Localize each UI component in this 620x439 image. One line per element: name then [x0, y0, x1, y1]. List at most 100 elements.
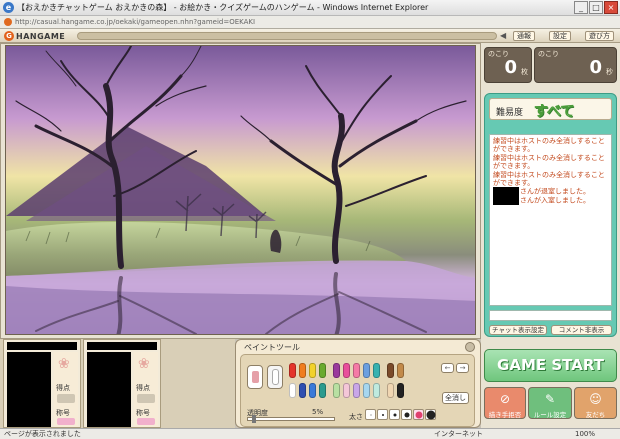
- window-title-bar: e 【おえかきチャットゲーム おえかきの森】 - お絵かき・クイズゲームのハンゲ…: [0, 0, 620, 16]
- zoom-level[interactable]: 100%: [575, 429, 595, 439]
- chat-message: さんが入室しました。: [493, 196, 608, 206]
- hangame-favicon-icon: [4, 18, 12, 26]
- color-swatch[interactable]: [353, 363, 360, 378]
- ie-logo-icon: e: [3, 2, 14, 13]
- window-title: 【おえかきチャットゲーム おえかきの森】 - お絵かき・クイズゲームのハンゲーム…: [17, 3, 429, 12]
- report-button[interactable]: 通報: [513, 31, 535, 41]
- chat-display-settings-button[interactable]: チャット表示設定: [489, 325, 547, 335]
- points-value: [57, 394, 75, 403]
- color-swatch[interactable]: [289, 363, 296, 378]
- player-area: ❀ 得点 称号 ❀ 得点 称号: [0, 339, 235, 428]
- palette-next-button[interactable]: →: [456, 363, 469, 373]
- color-swatch[interactable]: [387, 363, 394, 378]
- chat-message: 練習中はホストのみ全消しすることができます。: [493, 170, 605, 188]
- redacted-username: [493, 196, 519, 206]
- status-bar: ページが表示されました インターネット 100%: [0, 428, 620, 439]
- clear-all-button[interactable]: 全消し: [442, 392, 469, 404]
- maximize-button[interactable]: □: [589, 1, 603, 14]
- top-progress-track: [77, 32, 497, 40]
- settings-button[interactable]: 設定: [549, 31, 571, 41]
- address-url[interactable]: http://casual.hangame.co.jp/oekaki/gameo…: [15, 18, 255, 26]
- color-swatch[interactable]: [373, 383, 380, 398]
- close-button[interactable]: ×: [604, 1, 618, 14]
- paint-tool-title: ペイントツール: [244, 343, 300, 352]
- drawing-canvas[interactable]: [5, 45, 476, 335]
- opacity-value: 5%: [312, 408, 324, 416]
- color-swatch[interactable]: [397, 363, 404, 378]
- difficulty-selector[interactable]: 難易度 すべて: [489, 98, 612, 120]
- title-badge: [57, 418, 75, 425]
- player-card: ❀ 得点 称号: [3, 339, 81, 428]
- chat-input[interactable]: [489, 310, 612, 321]
- color-swatch[interactable]: [299, 363, 306, 378]
- color-swatch[interactable]: [289, 383, 296, 398]
- flower-icon: ❀: [138, 356, 150, 372]
- color-swatch[interactable]: [387, 383, 394, 398]
- opacity-slider-thumb[interactable]: [252, 415, 257, 423]
- redacted-player-name: [7, 342, 77, 350]
- color-swatch[interactable]: [363, 363, 370, 378]
- size-option[interactable]: [389, 409, 400, 420]
- security-zone: インターネット: [434, 430, 483, 438]
- size-option-selected[interactable]: [413, 409, 424, 420]
- hangame-logo: G HANGAME: [4, 31, 65, 41]
- size-option[interactable]: [401, 409, 412, 420]
- chat-message: 練習中はホストのみ全消しすることができます。: [493, 137, 605, 154]
- chat-log[interactable]: 練習中はホストのみ全消しすることができます。 練習中はホストのみ全消しすることが…: [489, 134, 612, 306]
- remaining-time: のこり 0 秒: [534, 47, 617, 83]
- color-swatch[interactable]: [299, 383, 306, 398]
- friends-icon: ☺: [589, 392, 602, 406]
- redacted-player-name: [87, 342, 157, 350]
- points-value: [137, 394, 155, 403]
- paint-tool-panel: ペイントツール ← → 全消し 透明度 5% 太さ: [235, 339, 481, 428]
- paint-tool-collapse-button[interactable]: [465, 342, 475, 352]
- pencil-icon: ✎: [544, 392, 556, 406]
- size-option[interactable]: [365, 409, 376, 420]
- color-swatch[interactable]: [333, 363, 340, 378]
- color-swatch[interactable]: [343, 383, 350, 398]
- color-swatch[interactable]: [353, 383, 360, 398]
- opacity-slider[interactable]: [247, 415, 335, 423]
- hangame-g-icon: G: [4, 31, 14, 41]
- color-swatch[interactable]: [309, 363, 316, 378]
- size-option[interactable]: [377, 409, 388, 420]
- chat-message: 練習中はホストのみ全消しすることができます。: [493, 153, 605, 171]
- color-swatch[interactable]: [397, 383, 404, 398]
- right-panel: のこり 0 枚 のこり 0 秒 難易度 すべて 練習中はホストのみ全消しすること…: [481, 43, 620, 428]
- color-swatch[interactable]: [333, 383, 340, 398]
- color-swatch[interactable]: [309, 383, 316, 398]
- volume-icon[interactable]: ◀: [500, 31, 510, 41]
- title-badge: [137, 418, 155, 425]
- chat-message: さんが退室しました。: [493, 187, 608, 197]
- chat-panel: 難易度 すべて 練習中はホストのみ全消しすることができます。 練習中はホストのみ…: [484, 93, 617, 337]
- palette-prev-button[interactable]: ←: [441, 363, 454, 373]
- no-entry-icon: ⊘: [499, 392, 511, 406]
- eraser-tool-button[interactable]: [267, 365, 283, 389]
- game-header: G HANGAME ◀ 通報 設定 遊び方: [0, 29, 620, 43]
- color-swatch[interactable]: [373, 363, 380, 378]
- redacted-avatar: [87, 352, 131, 427]
- rule-settings-button[interactable]: ✎ ルール設定: [528, 387, 572, 419]
- redacted-avatar: [7, 352, 51, 427]
- refuse-drawer-button[interactable]: ⊘ 描き手拒否: [484, 387, 526, 419]
- minimize-button[interactable]: _: [574, 1, 588, 14]
- color-swatch[interactable]: [319, 363, 326, 378]
- friends-button[interactable]: ☺ 友だち: [574, 387, 617, 419]
- address-bar[interactable]: http://casual.hangame.co.jp/oekaki/gameo…: [0, 16, 620, 29]
- color-swatch[interactable]: [363, 383, 370, 398]
- pen-tool-button[interactable]: [247, 365, 263, 389]
- player-card: ❀ 得点 称号: [83, 339, 161, 428]
- size-label: 太さ: [349, 413, 363, 421]
- redacted-username: [493, 187, 519, 197]
- hide-comments-button[interactable]: コメント非表示: [551, 325, 612, 335]
- remaining-count: のこり 0 枚: [484, 47, 532, 83]
- game-start-button[interactable]: GAME START: [484, 349, 617, 382]
- flower-icon: ❀: [58, 356, 70, 372]
- eraser-icon: [272, 369, 279, 385]
- status-text: ページが表示されました: [4, 430, 81, 438]
- color-swatch[interactable]: [343, 363, 350, 378]
- pen-icon: [252, 371, 259, 383]
- size-option[interactable]: [425, 409, 436, 420]
- howto-button[interactable]: 遊び方: [585, 31, 614, 41]
- color-swatch[interactable]: [319, 383, 326, 398]
